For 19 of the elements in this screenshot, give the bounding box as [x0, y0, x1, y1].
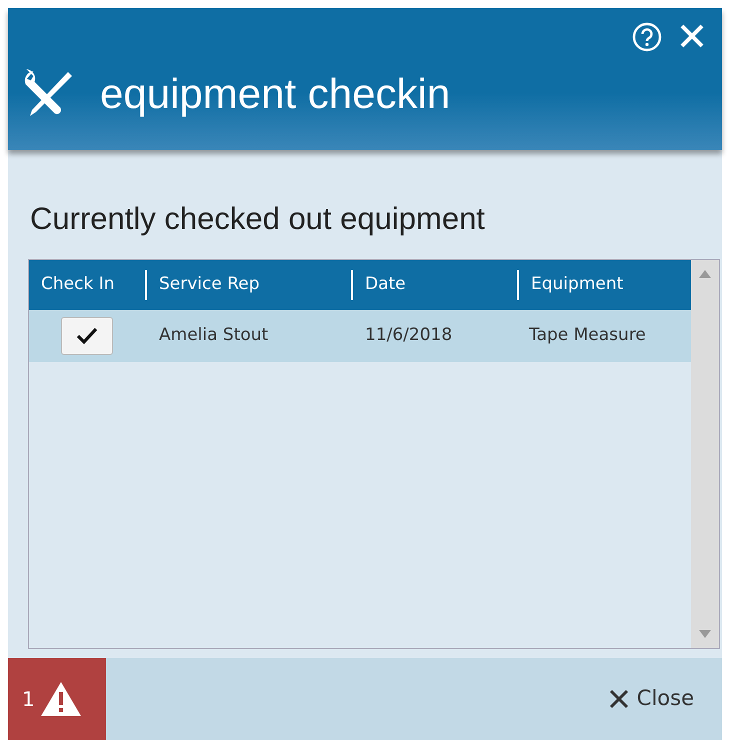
- warning-icon: [40, 682, 81, 716]
- help-icon[interactable]: [632, 22, 662, 52]
- table-row[interactable]: Amelia Stout 11/6/2018 Tape Measure: [29, 310, 691, 362]
- table-cell-text: Tape Measure: [528, 324, 647, 347]
- check-icon: [76, 326, 98, 344]
- column-header[interactable]: Service Rep: [147, 260, 351, 310]
- close-button[interactable]: Close: [602, 682, 700, 716]
- close-icon[interactable]: [678, 22, 706, 50]
- column-header[interactable]: Equipment: [519, 260, 691, 310]
- window-title: equipment checkin: [100, 73, 450, 115]
- table-cell-text: 11/6/2018: [364, 324, 454, 347]
- table-cell-text: Amelia Stout: [158, 324, 270, 347]
- close-icon: [608, 689, 629, 709]
- column-header[interactable]: Check In: [29, 260, 145, 310]
- alert-indicator[interactable]: 1: [8, 658, 106, 740]
- section-title: Currently checked out equipment: [30, 200, 486, 238]
- alert-count: 1: [22, 686, 35, 713]
- checkbox[interactable]: [61, 316, 113, 354]
- column-header[interactable]: Date: [353, 260, 517, 310]
